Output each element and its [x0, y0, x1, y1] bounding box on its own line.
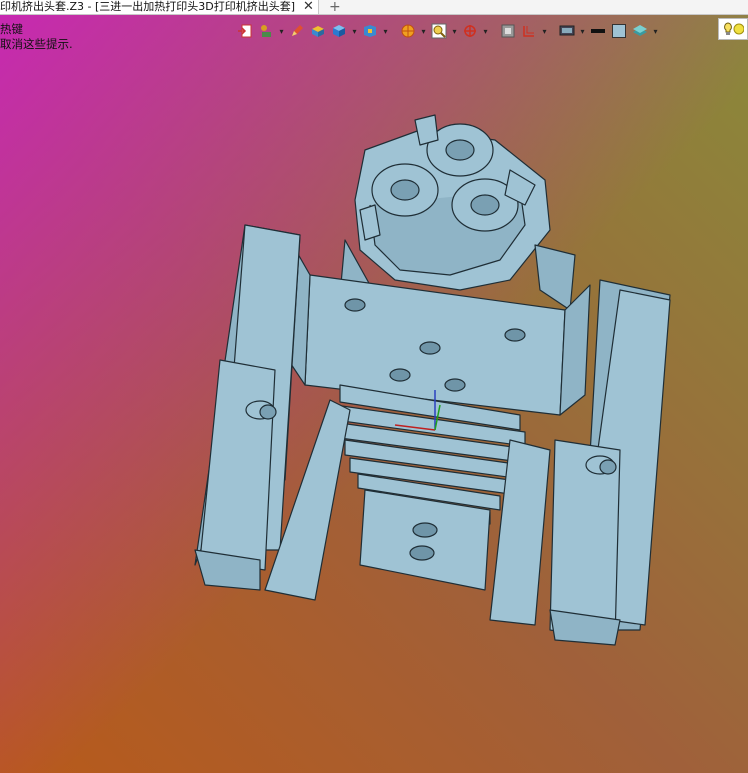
- import-icon[interactable]: [236, 21, 254, 41]
- chevron-down-icon[interactable]: ▾: [579, 21, 586, 41]
- axis-icon[interactable]: [461, 21, 479, 41]
- light-icon[interactable]: [722, 21, 744, 37]
- chevron-down-icon[interactable]: ▾: [278, 21, 285, 41]
- hotkey-hint: 热键 取消这些提示.: [0, 22, 73, 52]
- edit-icon[interactable]: [288, 21, 306, 41]
- chevron-down-icon[interactable]: ▾: [652, 21, 659, 41]
- hint-line-1: 热键: [0, 22, 23, 36]
- view-orient-icon[interactable]: [361, 21, 379, 41]
- display-icon[interactable]: [558, 21, 576, 41]
- chevron-down-icon[interactable]: ▾: [482, 21, 489, 41]
- section-icon[interactable]: [520, 21, 538, 41]
- hint-line-2[interactable]: 取消这些提示.: [0, 37, 73, 52]
- 3d-model-extruder-head[interactable]: [180, 110, 680, 655]
- chevron-down-icon[interactable]: ▾: [420, 21, 427, 41]
- chevron-down-icon[interactable]: ▾: [382, 21, 389, 41]
- line-style-icon[interactable]: [589, 21, 607, 41]
- color-icon[interactable]: [610, 21, 628, 41]
- light-selector[interactable]: [718, 18, 748, 40]
- chevron-down-icon[interactable]: ▾: [541, 21, 548, 41]
- measure-icon[interactable]: [257, 21, 275, 41]
- render-mode-icon[interactable]: [399, 21, 417, 41]
- document-tab-title: 印机挤出头套.Z3 - [三进一出加热打印头3D打印机挤出头套]: [0, 0, 296, 13]
- cube-view-icon[interactable]: [330, 21, 348, 41]
- document-tab[interactable]: 印机挤出头套.Z3 - [三进一出加热打印头3D打印机挤出头套] ✕: [0, 0, 319, 14]
- new-tab-button[interactable]: +: [329, 0, 341, 14]
- zoom-icon[interactable]: [430, 21, 448, 41]
- view-toolbar: ▾ ▾ ▾ ▾ ▾ ▾ ▾ ▾ ▾: [236, 18, 659, 44]
- chevron-down-icon[interactable]: ▾: [451, 21, 458, 41]
- layer-icon[interactable]: [631, 21, 649, 41]
- document-tab-bar: 印机挤出头套.Z3 - [三进一出加热打印头3D打印机挤出头套] ✕ +: [0, 0, 748, 15]
- chevron-down-icon[interactable]: ▾: [351, 21, 358, 41]
- box-display-icon[interactable]: [309, 21, 327, 41]
- grid-icon[interactable]: [499, 21, 517, 41]
- close-icon[interactable]: ✕: [303, 0, 314, 14]
